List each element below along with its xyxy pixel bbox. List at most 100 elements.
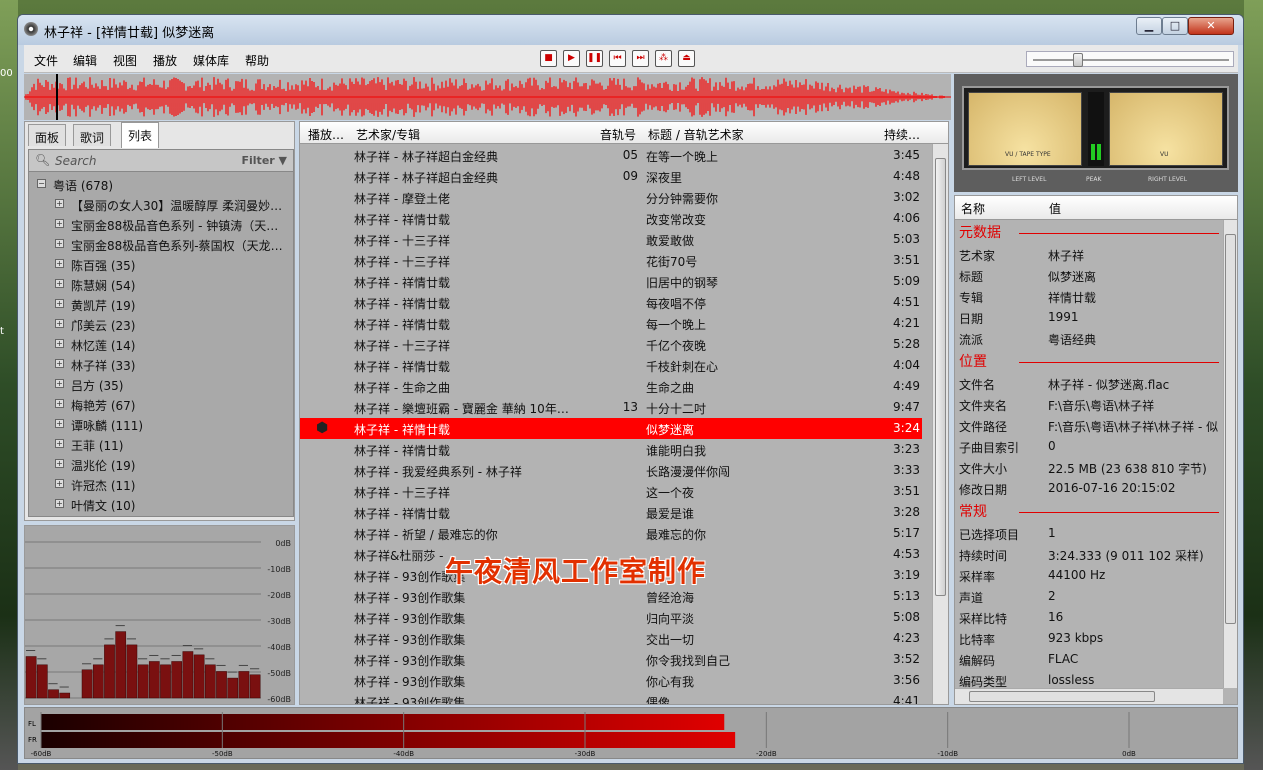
random-icon[interactable]: ⁂ — [655, 50, 672, 67]
playlist-row[interactable]: 林子祥 - 93创作歌集 归向平淡 5:08 — [300, 607, 922, 628]
playlist-scrollbar[interactable] — [932, 144, 948, 704]
tree-item[interactable]: + 叶倩文 (10) — [29, 494, 287, 514]
property-row[interactable]: 专辑 祥情廿载 — [959, 286, 1223, 307]
properties-hscrollbar[interactable] — [955, 688, 1223, 704]
eject-icon[interactable]: ⏏ — [678, 50, 695, 67]
playlist-row[interactable]: 林子祥 - 祥情廿载 每夜唱不停 4:51 — [300, 292, 922, 313]
filter-dropdown[interactable]: Filter ▼ — [242, 154, 288, 167]
playlist-row[interactable]: 林子祥 - 十三子祥 千亿个夜晚 5:28 — [300, 334, 922, 355]
expand-icon[interactable]: + — [55, 479, 64, 488]
tree-item[interactable]: + 梅艳芳 (67) — [29, 394, 287, 414]
waveform-seekbar[interactable] — [24, 74, 951, 120]
tree-item[interactable]: + 温兆伦 (19) — [29, 454, 287, 474]
playlist-row[interactable]: 林子祥 - 祥情廿载 改变常改变 4:06 — [300, 208, 922, 229]
expand-icon[interactable]: + — [55, 359, 64, 368]
minimize-button[interactable]: ▁ — [1136, 17, 1162, 35]
menu-library[interactable]: 媒体库 — [193, 52, 229, 69]
playlist-row[interactable]: 林子祥 - 十三子祥 这一个夜 3:51 — [300, 481, 922, 502]
col-track[interactable]: 音轨号 — [600, 126, 636, 143]
col-title[interactable]: 标题 / 音轨艺术家 — [648, 126, 744, 143]
playlist-row[interactable]: 林子祥 - 十三子祥 敢爱敢做 5:03 — [300, 229, 922, 250]
expand-icon[interactable]: + — [55, 399, 64, 408]
stop-icon[interactable]: ■ — [540, 50, 557, 67]
expand-icon[interactable]: + — [55, 379, 64, 388]
expand-icon[interactable]: + — [55, 219, 64, 228]
play-icon[interactable]: ▶ — [563, 50, 580, 67]
volume-slider[interactable] — [1026, 51, 1234, 67]
properties-hscroll-thumb[interactable] — [969, 691, 1155, 702]
playlist-row[interactable]: 林子祥 - 生命之曲 生命之曲 4:49 — [300, 376, 922, 397]
menu-file[interactable]: 文件 — [34, 52, 58, 69]
expand-icon[interactable]: + — [55, 339, 64, 348]
playlist-row[interactable]: 林子祥 - 祥情廿载 千枝針刺在心 4:04 — [300, 355, 922, 376]
property-row[interactable]: 比特率 923 kbps — [959, 628, 1223, 649]
tree-item[interactable]: − 粤语 (678) — [29, 174, 287, 194]
playhead[interactable] — [56, 74, 58, 120]
playlist-row[interactable]: 林子祥 - 祥情廿载 最爱是谁 3:28 — [300, 502, 922, 523]
expand-icon[interactable]: + — [55, 319, 64, 328]
property-row[interactable]: 文件名 林子祥 - 似梦迷离.flac — [959, 373, 1223, 394]
menu-edit[interactable]: 编辑 — [73, 52, 97, 69]
tree-item[interactable]: + 宝丽金88极品音色系列 - 钟镇涛（天… — [29, 214, 287, 234]
tree-item[interactable]: + 邝美云 (23) — [29, 314, 287, 334]
playlist-row[interactable]: 林子祥 - 祈望 / 最难忘的你 最难忘的你 5:17 — [300, 523, 922, 544]
scrollbar-thumb[interactable] — [935, 158, 946, 596]
menu-view[interactable]: 视图 — [113, 52, 137, 69]
tree-item[interactable]: + 谭咏麟 (111) — [29, 414, 287, 434]
tree-item[interactable]: + 吕方 (35) — [29, 374, 287, 394]
expand-icon[interactable]: + — [55, 259, 64, 268]
menu-playback[interactable]: 播放 — [153, 52, 177, 69]
property-row[interactable]: 标题 似梦迷离 — [959, 265, 1223, 286]
search-input[interactable]: Search — [55, 154, 97, 168]
property-row[interactable]: 持续时间 3:24.333 (9 011 102 采样) — [959, 544, 1223, 565]
property-row[interactable]: 修改日期 2016-07-16 20:15:02 — [959, 478, 1223, 499]
expand-icon[interactable]: + — [55, 459, 64, 468]
playlist-row[interactable]: 林子祥 - 93创作歌集 你心有我 3:56 — [300, 670, 922, 691]
property-row[interactable]: 已选择项目 1 — [959, 523, 1223, 544]
expand-icon[interactable]: + — [55, 299, 64, 308]
tab-list[interactable]: 列表 — [121, 122, 160, 148]
tree-item[interactable]: + 王菲 (11) — [29, 434, 287, 454]
property-row[interactable]: 采样率 44100 Hz — [959, 565, 1223, 586]
col-playing[interactable]: 播放… — [308, 126, 344, 143]
playlist-row[interactable]: 林子祥 - 祥情廿载 旧居中的钢琴 5:09 — [300, 271, 922, 292]
col-duration[interactable]: 持续… — [884, 126, 920, 143]
collapse-icon[interactable]: − — [37, 179, 46, 188]
pause-icon[interactable]: ❚❚ — [586, 50, 603, 67]
playlist-row[interactable]: 林子祥 - 林子祥超白金经典 05 在等一个晚上 3:45 — [300, 145, 922, 166]
tab-lyrics[interactable]: 歌词 — [73, 124, 112, 146]
col-artist-album[interactable]: 艺术家/专辑 — [356, 126, 420, 143]
property-row[interactable]: 日期 1991 — [959, 307, 1223, 328]
property-row[interactable]: 采样比特 16 — [959, 607, 1223, 628]
next-icon[interactable]: ⏭ — [632, 50, 649, 67]
title-bar[interactable]: 林子祥 - [祥情廿载] 似梦迷离 ▁ □ ✕ — [18, 15, 1243, 45]
property-row[interactable]: 文件路径 F:\音乐\粤语\林子祥\林子祥 - 似 — [959, 415, 1223, 436]
playlist-row[interactable]: ⬢ 林子祥 - 祥情廿载 似梦迷离 3:24 — [300, 418, 922, 439]
playlist-row[interactable]: 林子祥 - 林子祥超白金经典 09 深夜里 4:48 — [300, 166, 922, 187]
tree-item[interactable]: + 林忆莲 (14) — [29, 334, 287, 354]
property-row[interactable]: 流派 粤语经典 — [959, 328, 1223, 349]
prev-icon[interactable]: ⏮ — [609, 50, 626, 67]
playlist-row[interactable]: 林子祥 - 我爱经典系列 - 林子祥 长路漫漫伴你闯 3:33 — [300, 460, 922, 481]
playlist-row[interactable]: 林子祥 - 93创作歌集 交出一切 4:23 — [300, 628, 922, 649]
tree-item[interactable]: + 许冠杰 (11) — [29, 474, 287, 494]
tree-item[interactable]: + 陈百强 (35) — [29, 254, 287, 274]
tree-item[interactable]: + 【曼丽の女人30】温暖醇厚 柔润曼妙… — [29, 194, 287, 214]
property-row[interactable]: 文件夹名 F:\音乐\粤语\林子祥 — [959, 394, 1223, 415]
expand-icon[interactable]: + — [55, 279, 64, 288]
col-value[interactable]: 值 — [1049, 200, 1061, 217]
playlist-row[interactable]: 林子祥 - 祥情廿载 谁能明白我 3:23 — [300, 439, 922, 460]
property-row[interactable]: 编解码 FLAC — [959, 649, 1223, 670]
tab-panel[interactable]: 面板 — [28, 124, 67, 146]
tree-item[interactable]: + 林子祥 (33) — [29, 354, 287, 374]
property-row[interactable]: 艺术家 林子祥 — [959, 244, 1223, 265]
playlist-row[interactable]: 林子祥 - 93创作歌集 偶像 4:41 — [300, 691, 922, 704]
tree-item[interactable]: + 宝丽金88极品音色系列-蔡国权（天龙… — [29, 234, 287, 254]
property-row[interactable]: 文件大小 22.5 MB (23 638 810 字节) — [959, 457, 1223, 478]
playlist-row[interactable]: 林子祥 - 祥情廿载 每一个晚上 4:21 — [300, 313, 922, 334]
properties-scroll-thumb[interactable] — [1225, 234, 1236, 624]
expand-icon[interactable]: + — [55, 239, 64, 248]
expand-icon[interactable]: + — [55, 439, 64, 448]
properties-scrollbar[interactable] — [1223, 220, 1237, 688]
tree-item[interactable]: + 黄凯芹 (19) — [29, 294, 287, 314]
